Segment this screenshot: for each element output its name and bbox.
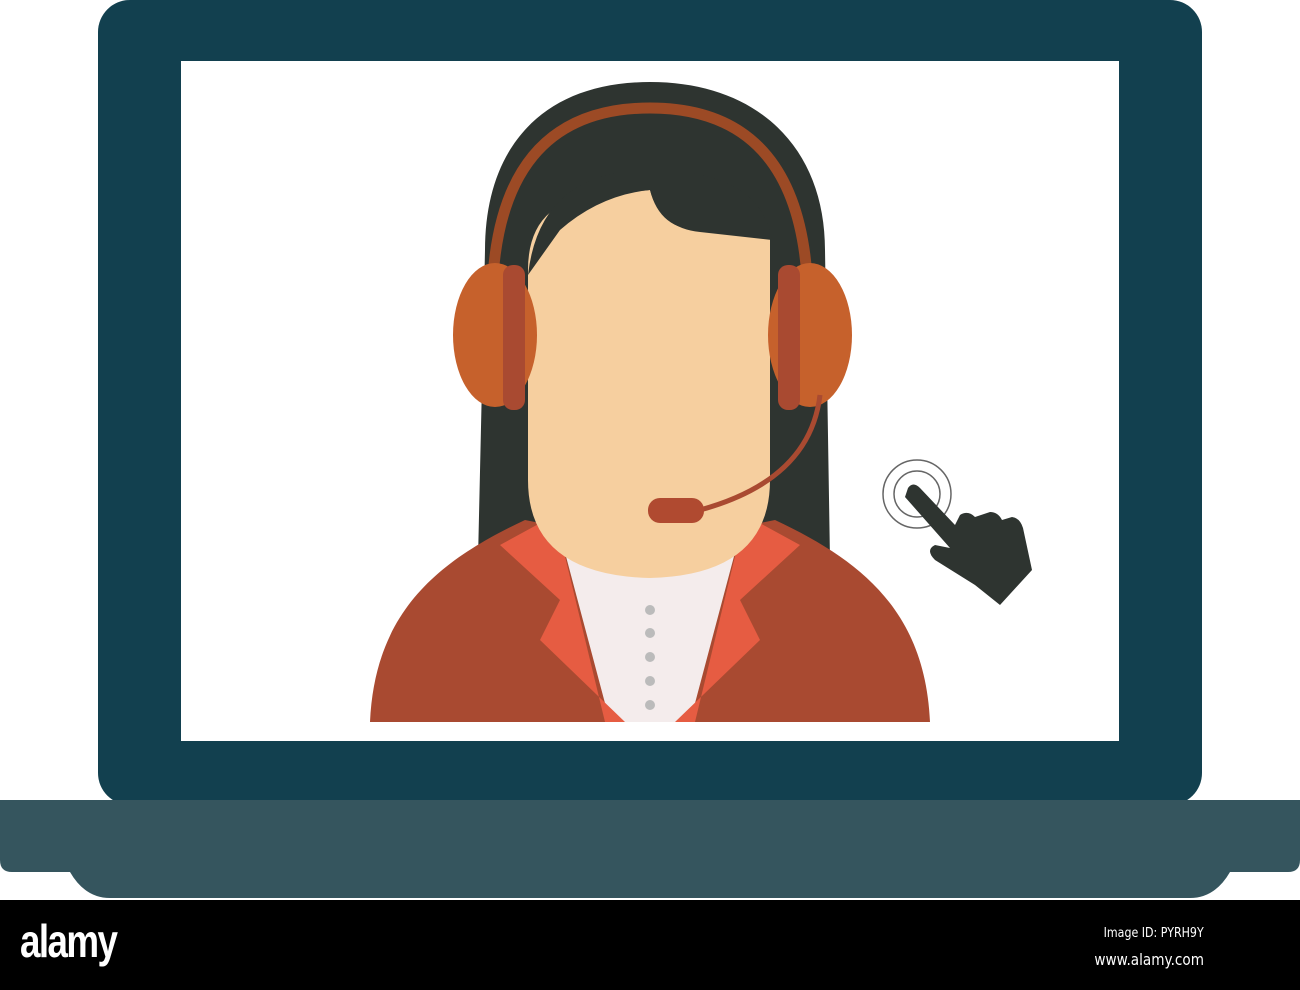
stock-image: alamy Image ID: PYRH9Y www.alamy.com bbox=[0, 0, 1300, 990]
face bbox=[528, 190, 770, 578]
image-id: Image ID: PYRH9Y bbox=[1103, 926, 1204, 941]
alamy-logo: alamy bbox=[20, 915, 118, 967]
laptop-support-illustration bbox=[0, 0, 1300, 898]
laptop-base bbox=[0, 800, 1300, 898]
website-link[interactable]: www.alamy.com bbox=[1094, 950, 1204, 969]
stock-footer-bar: alamy Image ID: PYRH9Y www.alamy.com bbox=[0, 900, 1300, 990]
ear-cup-right-band bbox=[778, 265, 800, 410]
microphone bbox=[648, 498, 704, 523]
ear-cup-left-band bbox=[503, 265, 525, 410]
